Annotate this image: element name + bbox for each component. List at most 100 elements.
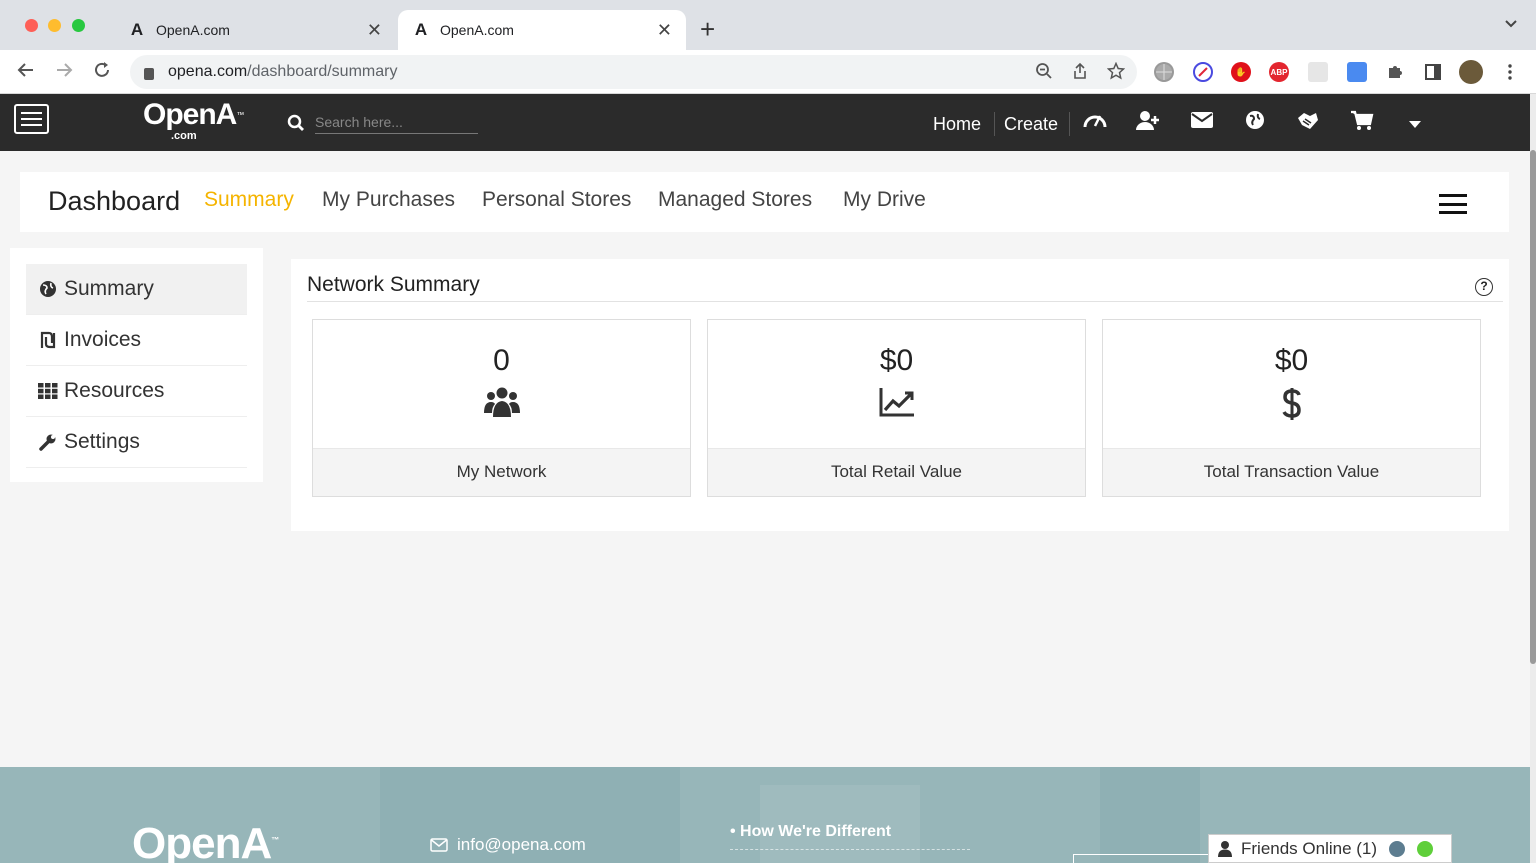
nav-divider (1069, 112, 1070, 136)
tab-search-chevron-icon[interactable] (1504, 16, 1518, 32)
caret-down-icon[interactable] (1402, 110, 1428, 136)
footer-email[interactable]: info@opena.com (430, 835, 586, 855)
user-icon (1217, 840, 1233, 857)
tab-title: OpenA.com (156, 22, 230, 38)
search-input[interactable] (315, 110, 478, 134)
envelope-icon[interactable] (1189, 110, 1215, 136)
stop-ext-icon[interactable]: ✋ (1231, 62, 1251, 82)
tab-personal-stores[interactable]: Personal Stores (482, 188, 631, 212)
dashboard-sidebar: Summary Invoices Resources Settings (10, 248, 263, 482)
total-transaction-value-card[interactable]: $0 Total Transaction Value (1102, 319, 1481, 497)
sidebar-item-summary[interactable]: Summary (26, 264, 247, 315)
zoom-icon[interactable] (1035, 62, 1053, 85)
globe-ext-icon[interactable] (1154, 62, 1174, 82)
footer-input-box[interactable] (1073, 854, 1213, 863)
status-dot-away[interactable] (1389, 840, 1406, 857)
site-header: OpenA™ .com Home Create (0, 94, 1530, 151)
sidebar-item-resources[interactable]: Resources (26, 366, 247, 417)
sidebar-item-label: Summary (64, 277, 154, 300)
footer-link-how-different[interactable]: • How We're Different (730, 823, 970, 850)
sidebar-item-label: Invoices (64, 328, 142, 351)
site-favicon-icon: A (130, 20, 144, 39)
speedometer-icon[interactable] (1082, 110, 1108, 136)
url-path: /dashboard/summary (247, 63, 398, 80)
line-chart-icon (708, 386, 1085, 418)
page-scrollbar-thumb[interactable] (1530, 150, 1536, 664)
close-window-button[interactable] (25, 19, 38, 32)
tab-title: OpenA.com (440, 22, 514, 38)
footer-email-text: info@opena.com (457, 835, 586, 854)
close-tab-icon[interactable]: ✕ (367, 20, 382, 41)
tab-my-purchases[interactable]: My Purchases (322, 188, 455, 212)
grey-ext-icon[interactable] (1308, 62, 1328, 82)
tab-summary[interactable]: Summary (204, 188, 294, 212)
sidepanel-icon[interactable] (1423, 62, 1443, 82)
total-retail-value-card[interactable]: $0 Total Retail Value (707, 319, 1086, 497)
logo-subtext: .com (171, 130, 197, 142)
url-host: opena.com (168, 63, 248, 80)
nav-home-link[interactable]: Home (933, 114, 981, 135)
globe-icon[interactable] (1242, 110, 1268, 136)
maximize-window-button[interactable] (72, 19, 85, 32)
card-value: 0 (493, 344, 510, 377)
more-vertical-icon[interactable] (1500, 62, 1520, 82)
adblock-ext-icon[interactable]: ABP (1269, 62, 1289, 82)
browser-toolbar: opena.com/dashboard/summary ✋ ABP (0, 50, 1536, 94)
address-bar[interactable]: opena.com/dashboard/summary (130, 55, 1137, 89)
profile-avatar[interactable] (1459, 60, 1483, 84)
browser-tab-1[interactable]: A OpenA.com ✕ (114, 10, 396, 50)
sidebar-item-label: Settings (64, 430, 140, 453)
handshake-icon[interactable] (1295, 110, 1321, 136)
panel-divider (307, 301, 1503, 302)
shekel-icon (38, 331, 58, 349)
bookmark-star-icon[interactable] (1106, 61, 1126, 85)
new-tab-button[interactable]: + (700, 14, 715, 44)
network-summary-panel: Network Summary ? 0 My Network $0 Total … (291, 259, 1509, 531)
globe-icon (38, 280, 58, 298)
menu-toggle-button[interactable] (14, 104, 49, 134)
share-icon[interactable] (1071, 62, 1089, 85)
sidebar-item-label: Resources (64, 379, 165, 402)
help-icon[interactable]: ? (1475, 278, 1493, 296)
close-tab-icon[interactable]: ✕ (657, 20, 672, 41)
puzzle-icon[interactable] (1385, 62, 1405, 82)
wrench-icon (38, 433, 58, 451)
card-value: $0 (879, 344, 914, 377)
forward-arrow-icon[interactable] (54, 60, 74, 86)
translate-ext-icon[interactable] (1347, 62, 1367, 82)
browser-tab-2[interactable]: A OpenA.com ✕ (398, 10, 686, 50)
card-label: Total Transaction Value (1103, 448, 1480, 496)
logo-trademark: ™ (236, 110, 245, 120)
footer-logo-text: OpenA (132, 819, 272, 863)
site-favicon-icon: A (414, 20, 428, 39)
block-ext-icon[interactable] (1193, 62, 1213, 82)
footer-logo[interactable]: OpenA™ (132, 819, 279, 863)
footer-logo-trademark: ™ (271, 835, 279, 845)
tab-my-drive[interactable]: My Drive (843, 188, 926, 212)
status-dot-online[interactable] (1417, 840, 1434, 857)
dashboard-nav: Dashboard Summary My Purchases Personal … (20, 172, 1509, 232)
dollar-icon (1103, 386, 1480, 422)
dashboard-title: Dashboard (48, 186, 181, 216)
users-icon (313, 386, 690, 420)
grid-icon (38, 383, 58, 399)
reload-icon[interactable] (92, 60, 112, 86)
site-logo[interactable]: OpenA™ .com (143, 98, 245, 142)
nav-divider (994, 112, 995, 136)
friends-online-widget[interactable]: Friends Online (1) (1208, 834, 1452, 863)
add-user-icon[interactable] (1135, 110, 1161, 136)
sidebar-item-settings[interactable]: Settings (26, 417, 247, 468)
my-network-card[interactable]: 0 My Network (312, 319, 691, 497)
cart-icon[interactable] (1349, 110, 1375, 136)
nav-create-link[interactable]: Create (1004, 114, 1058, 135)
minimize-window-button[interactable] (48, 19, 61, 32)
card-label: Total Retail Value (708, 448, 1085, 496)
bullet-icon: • (730, 823, 741, 840)
tab-managed-stores[interactable]: Managed Stores (658, 188, 812, 212)
search-icon[interactable] (287, 114, 304, 131)
lock-icon[interactable] (144, 68, 154, 80)
back-arrow-icon[interactable] (16, 60, 36, 86)
card-label: My Network (313, 448, 690, 496)
sidebar-item-invoices[interactable]: Invoices (26, 315, 247, 366)
dashboard-menu-button[interactable] (1439, 194, 1467, 214)
